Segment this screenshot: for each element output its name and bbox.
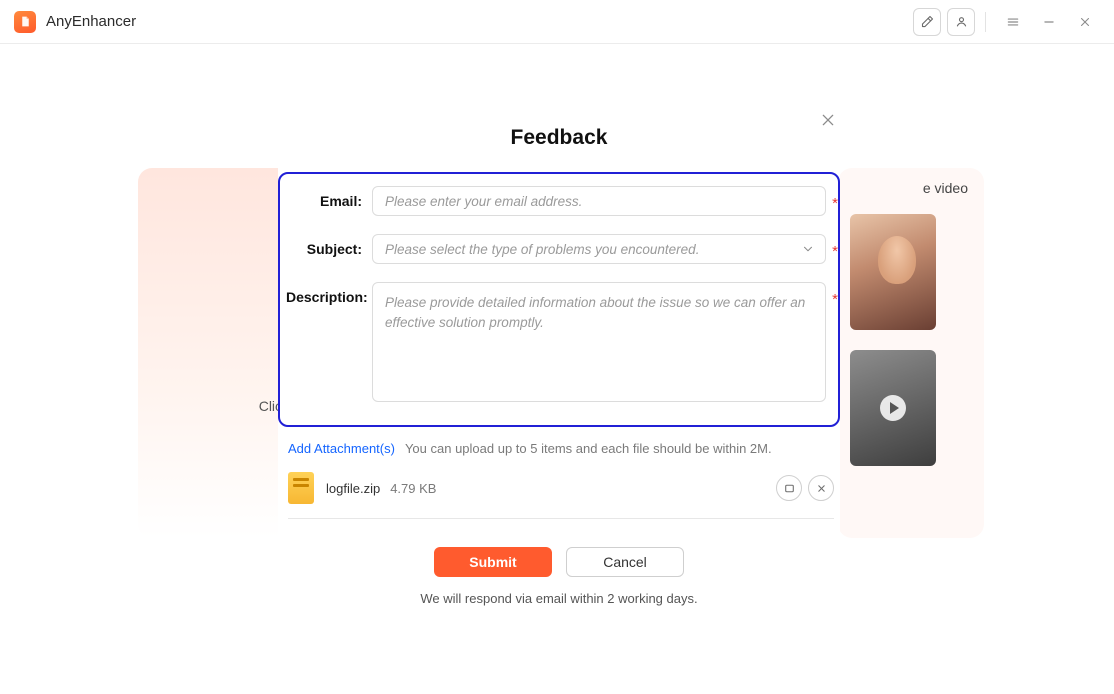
zip-file-icon xyxy=(288,472,314,504)
sample-videos-label: e video xyxy=(850,180,972,196)
feedback-modal: Feedback Email: * Subject: Please select… xyxy=(278,96,840,606)
menu-icon-button[interactable] xyxy=(998,7,1028,37)
account-icon-button[interactable] xyxy=(947,8,975,36)
description-label: Description: xyxy=(286,282,372,305)
sample-video-thumb-1[interactable] xyxy=(850,214,936,330)
edit-icon-button[interactable] xyxy=(913,8,941,36)
required-mark: * xyxy=(832,243,838,260)
subject-placeholder: Please select the type of problems you e… xyxy=(385,242,699,257)
attachment-filesize: 4.79 KB xyxy=(390,481,436,496)
attachment-hint: You can upload up to 5 items and each fi… xyxy=(405,441,772,456)
remove-attachment-button[interactable] xyxy=(808,475,834,501)
minimize-button[interactable] xyxy=(1034,7,1064,37)
response-note: We will respond via email within 2 worki… xyxy=(278,591,840,606)
modal-title: Feedback xyxy=(278,96,840,172)
titlebar-divider xyxy=(985,12,986,32)
titlebar: AnyEnhancer xyxy=(0,0,1114,44)
email-label: Email: xyxy=(286,186,372,209)
submit-button[interactable]: Submit xyxy=(434,547,552,577)
subject-label: Subject: xyxy=(286,234,372,257)
app-name: AnyEnhancer xyxy=(46,13,136,30)
sample-video-thumb-2[interactable] xyxy=(850,350,936,466)
app-logo xyxy=(14,11,36,33)
subject-select[interactable]: Please select the type of problems you e… xyxy=(372,234,826,264)
description-textarea[interactable] xyxy=(372,282,826,402)
chevron-down-icon xyxy=(801,242,815,259)
play-icon xyxy=(880,395,906,421)
attachment-row: logfile.zip 4.79 KB xyxy=(288,466,834,519)
email-input[interactable] xyxy=(372,186,826,216)
required-mark: * xyxy=(832,291,838,308)
add-attachment-link[interactable]: Add Attachment(s) xyxy=(288,441,395,456)
sample-videos-panel: e video xyxy=(838,168,984,538)
attachment-filename: logfile.zip xyxy=(326,481,380,496)
open-folder-button[interactable] xyxy=(776,475,802,501)
form-highlight-box: Email: * Subject: Please select the type… xyxy=(278,172,840,427)
cancel-button[interactable]: Cancel xyxy=(566,547,684,577)
close-window-button[interactable] xyxy=(1070,7,1100,37)
modal-close-button[interactable] xyxy=(816,108,840,132)
required-mark: * xyxy=(832,195,838,212)
